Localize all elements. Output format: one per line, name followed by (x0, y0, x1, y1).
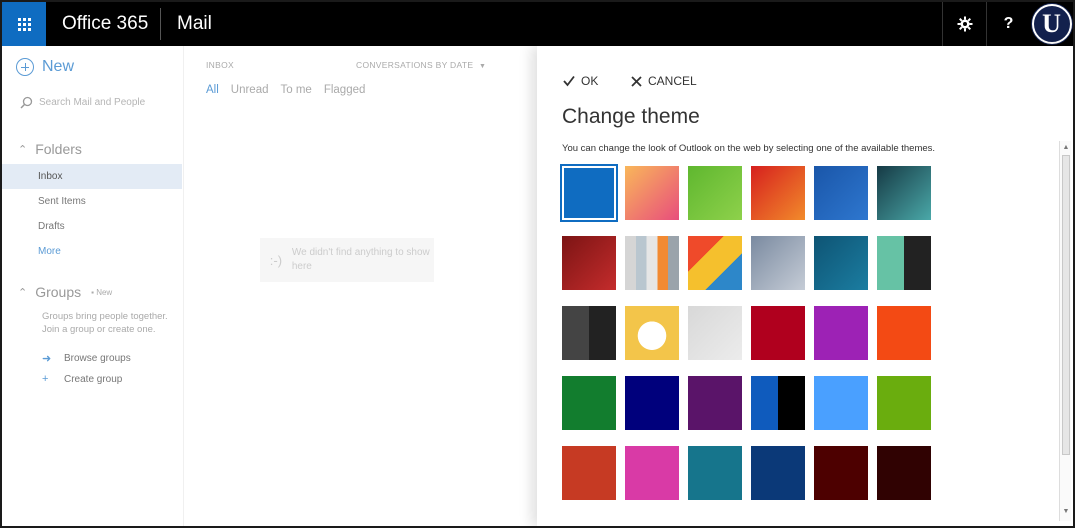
help-button[interactable]: ? (986, 2, 1030, 46)
theme-tile-blue[interactable] (560, 164, 618, 222)
ok-label: OK (581, 74, 599, 88)
app-frame: Office 365 Mail ? U New Search Mail and … (0, 0, 1075, 528)
create-group-link[interactable]: + Create group (42, 373, 122, 385)
sort-dropdown[interactable]: CONVERSATIONS BY DATE ▼ (356, 60, 486, 70)
filter-bar: All Unread To me Flagged (206, 84, 377, 96)
filter-flagged[interactable]: Flagged (324, 84, 366, 96)
theme-tile-dark-purple[interactable] (688, 376, 742, 430)
folder-sent-items[interactable]: Sent Items (2, 189, 182, 214)
theme-tile-lucky-cat[interactable] (625, 306, 679, 360)
theme-tile-split-grey[interactable] (562, 306, 616, 360)
empty-state: :-) We didn't find anything to show here (260, 238, 434, 282)
gear-icon (957, 16, 972, 32)
theme-tile-split-teal[interactable] (877, 236, 931, 290)
browse-groups-link[interactable]: ➜ Browse groups (42, 352, 131, 365)
folder-inbox[interactable]: Inbox (2, 164, 182, 189)
theme-tile-green[interactable] (562, 376, 616, 430)
smiley-icon: :-) (269, 252, 283, 268)
panel-description: You can change the look of Outlook on th… (562, 143, 936, 154)
filter-all[interactable]: All (206, 84, 219, 96)
sort-label: CONVERSATIONS BY DATE (356, 60, 474, 70)
theme-tile-purple[interactable] (814, 306, 868, 360)
groups-heading: Groups (35, 284, 82, 300)
browse-groups-label: Browse groups (64, 353, 131, 364)
message-list: INBOX CONVERSATIONS BY DATE ▼ All Unread… (183, 46, 538, 526)
theme-grid (560, 164, 932, 506)
theme-tile-blueprint[interactable] (814, 166, 868, 220)
settings-button[interactable] (942, 2, 986, 46)
checkmark-icon (563, 75, 575, 87)
theme-tile-blue-black[interactable] (751, 376, 805, 430)
new-button[interactable]: New (16, 58, 74, 76)
panel-title: Change theme (562, 105, 700, 128)
app-title[interactable]: Office 365 (62, 13, 148, 35)
waffle-icon (17, 17, 31, 31)
filter-unread[interactable]: Unread (231, 84, 269, 96)
groups-description: Groups bring people together. Join a gro… (42, 311, 168, 335)
groups-new-text: New (96, 287, 113, 297)
search-placeholder: Search Mail and People (39, 97, 146, 108)
theme-tile-rust[interactable] (562, 446, 616, 500)
chevron-up-icon: ⌃ (18, 143, 28, 156)
scroll-up-icon[interactable]: ▲ (1062, 143, 1070, 153)
theme-tile-snowflakes[interactable] (688, 306, 742, 360)
cancel-label: CANCEL (648, 74, 697, 88)
theme-tile-lime[interactable] (877, 376, 931, 430)
avatar: U (1031, 4, 1072, 44)
search-icon (20, 96, 33, 109)
theme-tile-teal[interactable] (688, 446, 742, 500)
theme-tile-deep-blue[interactable] (751, 446, 805, 500)
theme-tile-denim[interactable] (751, 236, 805, 290)
folder-label: INBOX (206, 60, 234, 70)
theme-tile-deep-sea[interactable] (814, 236, 868, 290)
create-group-label: Create group (64, 373, 123, 385)
app-launcher-button[interactable] (2, 2, 46, 46)
cancel-button[interactable]: CANCEL (631, 74, 697, 88)
theme-tile-red-abstract[interactable] (562, 236, 616, 290)
help-icon: ? (1003, 15, 1014, 32)
theme-tile-navy[interactable] (625, 376, 679, 430)
search-box[interactable]: Search Mail and People (20, 96, 145, 109)
theme-tile-dark-maroon[interactable] (877, 446, 931, 500)
theme-tile-red[interactable] (751, 306, 805, 360)
theme-tile-geometric[interactable] (688, 236, 742, 290)
top-bar: Office 365 Mail ? U (2, 2, 1073, 46)
plus-circle-icon (16, 58, 34, 76)
theme-tile-maroon[interactable] (814, 446, 868, 500)
caret-down-icon: ▼ (478, 63, 487, 70)
left-navigation: New Search Mail and People ⌃ Folders Inb… (2, 46, 182, 526)
theme-tile-magenta[interactable] (625, 446, 679, 500)
folders-toggle[interactable]: ⌃ Folders (18, 141, 82, 157)
theme-tile-stripes[interactable] (625, 236, 679, 290)
folder-drafts[interactable]: Drafts (2, 214, 182, 239)
panel-scrollbar[interactable]: ▲ ▼ (1059, 141, 1071, 521)
arrow-right-icon: ➜ (42, 353, 52, 365)
folders-heading: Folders (35, 141, 82, 157)
filter-to-me[interactable]: To me (281, 84, 312, 96)
change-theme-panel: OK CANCEL Change theme You can change th… (537, 46, 1073, 526)
theme-tile-paint[interactable] (751, 166, 805, 220)
theme-tile-sky[interactable] (814, 376, 868, 430)
account-button[interactable]: U (1030, 2, 1073, 46)
scrollbar-thumb[interactable] (1062, 155, 1070, 455)
folder-more-link[interactable]: More (2, 239, 182, 264)
close-icon (631, 75, 642, 87)
groups-toggle[interactable]: ⌃ Groups ▪ New (18, 284, 112, 300)
theme-tile-springtime[interactable] (625, 166, 679, 220)
new-label: New (42, 58, 75, 75)
theme-tile-circuit[interactable] (877, 166, 931, 220)
theme-tile-orange[interactable] (877, 306, 931, 360)
module-title: Mail (177, 13, 212, 34)
chevron-up-icon: ⌃ (18, 286, 28, 299)
empty-message: We didn't find anything to show here (291, 247, 430, 272)
groups-new-badge: ▪ New (91, 287, 113, 297)
scroll-down-icon[interactable]: ▼ (1062, 507, 1070, 517)
ok-button[interactable]: OK (563, 74, 598, 88)
plus-icon: + (42, 373, 49, 385)
header-divider (160, 8, 161, 40)
theme-tile-grass[interactable] (688, 166, 742, 220)
